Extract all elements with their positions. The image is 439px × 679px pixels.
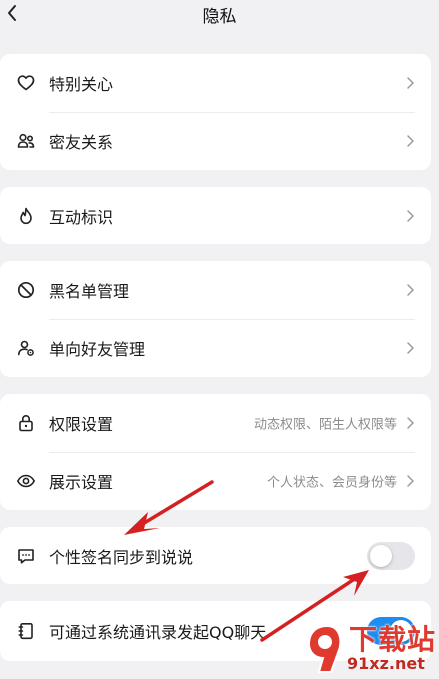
site-logo-icon [307, 624, 342, 673]
row-label: 单向好友管理 [49, 340, 146, 359]
settings-group-signature: 个性签名同步到说说 [0, 527, 431, 584]
chevron-right-icon [407, 135, 414, 147]
watermark-url: 91xz.net [347, 654, 425, 673]
settings-group-permissions: 权限设置 动态权限、陌生人权限等 展示设置 个人状态、会员身份等 [0, 394, 431, 510]
row-permission-settings[interactable]: 权限设置 动态权限、陌生人权限等 [0, 394, 431, 452]
row-label: 密友关系 [49, 133, 114, 152]
signature-sync-toggle[interactable] [367, 541, 415, 570]
row-display-settings[interactable]: 展示设置 个人状态、会员身份等 [0, 452, 431, 510]
settings-group-block: 黑名单管理 单向好友管理 [0, 261, 431, 377]
row-hint: 动态权限、陌生人权限等 [253, 417, 397, 433]
toggle-knob [370, 544, 392, 567]
row-signature-sync[interactable]: 个性签名同步到说说 [0, 527, 431, 584]
row-label: 权限设置 [49, 415, 114, 434]
row-label: 互动标识 [49, 207, 114, 227]
watermark: 下载站 91xz.net [303, 616, 439, 679]
user-gear-icon [16, 338, 36, 358]
flame-icon [16, 206, 36, 226]
row-close-friends[interactable]: 密友关系 [0, 112, 431, 170]
chevron-right-icon [407, 342, 414, 354]
chevron-right-icon [407, 417, 414, 429]
contacts-book-icon [16, 621, 36, 641]
header-bar: 隐私 [0, 0, 439, 34]
row-label: 特别关心 [49, 75, 114, 94]
page-title: 隐私 [202, 7, 237, 27]
chevron-right-icon [407, 77, 414, 89]
row-label: 可通过系统通讯录发起QQ聊天 [49, 623, 267, 642]
settings-group-care: 特别关心 密友关系 [0, 54, 431, 170]
row-blacklist[interactable]: 黑名单管理 [0, 261, 431, 319]
row-label: 展示设置 [49, 473, 114, 492]
lock-icon [16, 413, 36, 433]
friends-icon [16, 131, 36, 151]
eye-icon [16, 471, 36, 491]
message-icon [16, 546, 36, 566]
chevron-right-icon [407, 475, 414, 487]
block-icon [16, 280, 36, 300]
chevron-right-icon [407, 209, 414, 222]
row-hint: 个人状态、会员身份等 [266, 475, 397, 491]
row-interaction-badge[interactable]: 互动标识 [0, 187, 431, 244]
settings-group-interaction: 互动标识 [0, 187, 431, 244]
row-special-care[interactable]: 特别关心 [0, 54, 431, 112]
row-one-way-friends[interactable]: 单向好友管理 [0, 319, 431, 377]
row-label: 黑名单管理 [49, 282, 130, 301]
watermark-title: 下载站 [349, 623, 437, 656]
row-label: 个性签名同步到说说 [49, 547, 194, 567]
heart-icon [16, 73, 36, 93]
chevron-right-icon [407, 284, 414, 296]
